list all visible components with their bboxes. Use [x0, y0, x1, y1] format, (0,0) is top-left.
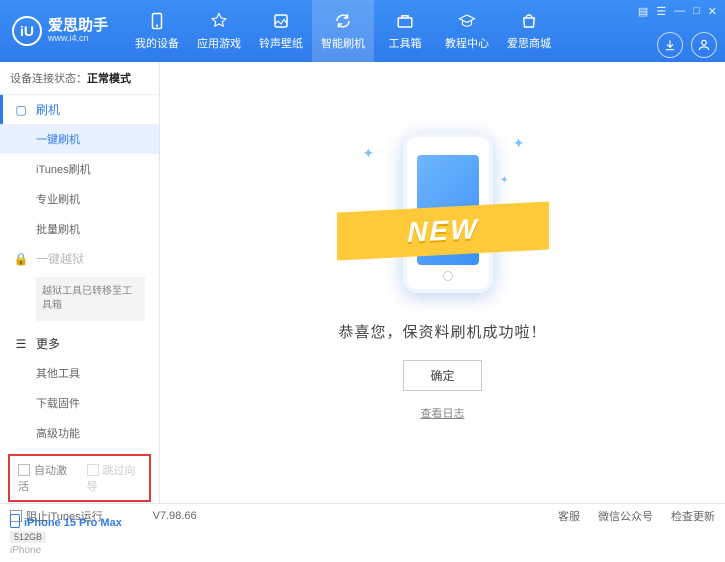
main-content: ✦ ✦ ✦ NEW 恭喜您，保资料刷机成功啦！ 确定 查看日志: [160, 62, 725, 503]
skip-setup-checkbox[interactable]: 跳过向导: [87, 462, 142, 494]
apps-icon: [209, 11, 229, 31]
nav-tutorial[interactable]: 教程中心: [436, 0, 498, 62]
nav-ringtones[interactable]: 铃声壁纸: [250, 0, 312, 62]
brand-logo: iU 爱思助手 www.i4.cn: [12, 16, 108, 46]
ok-button[interactable]: 确定: [403, 360, 481, 391]
menu-button[interactable]: ☰: [656, 5, 666, 18]
check-update-link[interactable]: 检查更新: [671, 508, 715, 524]
list-icon: ☰: [14, 337, 28, 351]
connection-status: 设备连接状态：正常模式: [0, 62, 159, 95]
checkbox-label: 阻止iTunes运行: [26, 511, 103, 523]
lock-icon: 🔒: [14, 252, 28, 266]
block-itunes-checkbox[interactable]: 阻止iTunes运行: [10, 508, 103, 524]
auto-activate-checkbox[interactable]: 自动激活: [18, 462, 73, 494]
sidebar-item-advanced[interactable]: 高级功能: [0, 418, 159, 448]
nav-device[interactable]: 我的设备: [126, 0, 188, 62]
refresh-icon: [333, 11, 353, 31]
device-icon: [10, 514, 20, 528]
brand-url: www.i4.cn: [48, 34, 108, 44]
sidebar-section-label: 一键越狱: [36, 250, 84, 267]
highlighted-options: 自动激活 跳过向导: [8, 454, 151, 502]
sidebar-section-jailbreak: 🔒 一键越狱: [0, 244, 159, 273]
phone-small-icon: ▢: [14, 103, 28, 117]
nav-flash[interactable]: 智能刷机: [312, 0, 374, 62]
device-type: iPhone: [10, 545, 149, 556]
nav-label: 教程中心: [445, 35, 489, 51]
success-illustration: ✦ ✦ ✦ NEW: [343, 115, 543, 305]
nav-label: 爱思商城: [507, 35, 551, 51]
close-button[interactable]: ✕: [708, 5, 717, 18]
maximize-button[interactable]: □: [693, 5, 700, 18]
sidebar-item-firmware[interactable]: 下载固件: [0, 388, 159, 418]
skin-button[interactable]: ▤: [638, 5, 648, 18]
minimize-button[interactable]: —: [674, 5, 685, 18]
user-button[interactable]: [691, 32, 717, 58]
nav-apps[interactable]: 应用游戏: [188, 0, 250, 62]
success-message: 恭喜您，保资料刷机成功啦！: [338, 321, 546, 342]
toolbox-icon: [395, 11, 415, 31]
nav-label: 应用游戏: [197, 35, 241, 51]
sidebar-item-batch[interactable]: 批量刷机: [0, 214, 159, 244]
version-label: V7.98.66: [153, 510, 197, 522]
window-controls: ▤ ☰ — □ ✕: [638, 5, 717, 18]
support-link[interactable]: 客服: [558, 508, 580, 524]
nav-mall[interactable]: 爱思商城: [498, 0, 560, 62]
nav-toolbox[interactable]: 工具箱: [374, 0, 436, 62]
sidebar: 设备连接状态：正常模式 ▢ 刷机 一键刷机 iTunes刷机 专业刷机 批量刷机…: [0, 62, 160, 503]
wallpaper-icon: [271, 11, 291, 31]
sidebar-item-itunes[interactable]: iTunes刷机: [0, 154, 159, 184]
download-button[interactable]: [657, 32, 683, 58]
sidebar-section-flash[interactable]: ▢ 刷机: [0, 95, 159, 124]
device-storage: 512GB: [10, 531, 46, 543]
nav-label: 智能刷机: [321, 35, 365, 51]
sidebar-item-oneclick[interactable]: 一键刷机: [0, 124, 159, 154]
wechat-link[interactable]: 微信公众号: [598, 508, 653, 524]
jailbreak-note: 越狱工具已转移至工具箱: [36, 277, 145, 321]
sidebar-item-othertools[interactable]: 其他工具: [0, 358, 159, 388]
nav-label: 我的设备: [135, 35, 179, 51]
ribbon-text: NEW: [407, 213, 478, 249]
logo-icon: iU: [12, 16, 42, 46]
app-header: iU 爱思助手 www.i4.cn 我的设备 应用游戏 铃声壁纸 智能刷机 工具…: [0, 0, 725, 62]
graduation-icon: [457, 11, 477, 31]
sidebar-item-pro[interactable]: 专业刷机: [0, 184, 159, 214]
status-mode: 正常模式: [87, 73, 131, 85]
brand-name: 爱思助手: [48, 18, 108, 35]
nav-label: 铃声壁纸: [259, 35, 303, 51]
view-log-link[interactable]: 查看日志: [421, 405, 465, 421]
top-nav: 我的设备 应用游戏 铃声壁纸 智能刷机 工具箱 教程中心 爱思商城: [126, 0, 560, 62]
nav-label: 工具箱: [389, 35, 422, 51]
sidebar-section-more[interactable]: ☰ 更多: [0, 329, 159, 358]
sidebar-section-label: 更多: [36, 335, 60, 352]
new-ribbon: NEW: [337, 201, 549, 260]
sidebar-section-label: 刷机: [36, 101, 60, 118]
status-label: 设备连接状态：: [10, 73, 87, 85]
phone-icon: [147, 11, 167, 31]
bag-icon: [519, 11, 539, 31]
